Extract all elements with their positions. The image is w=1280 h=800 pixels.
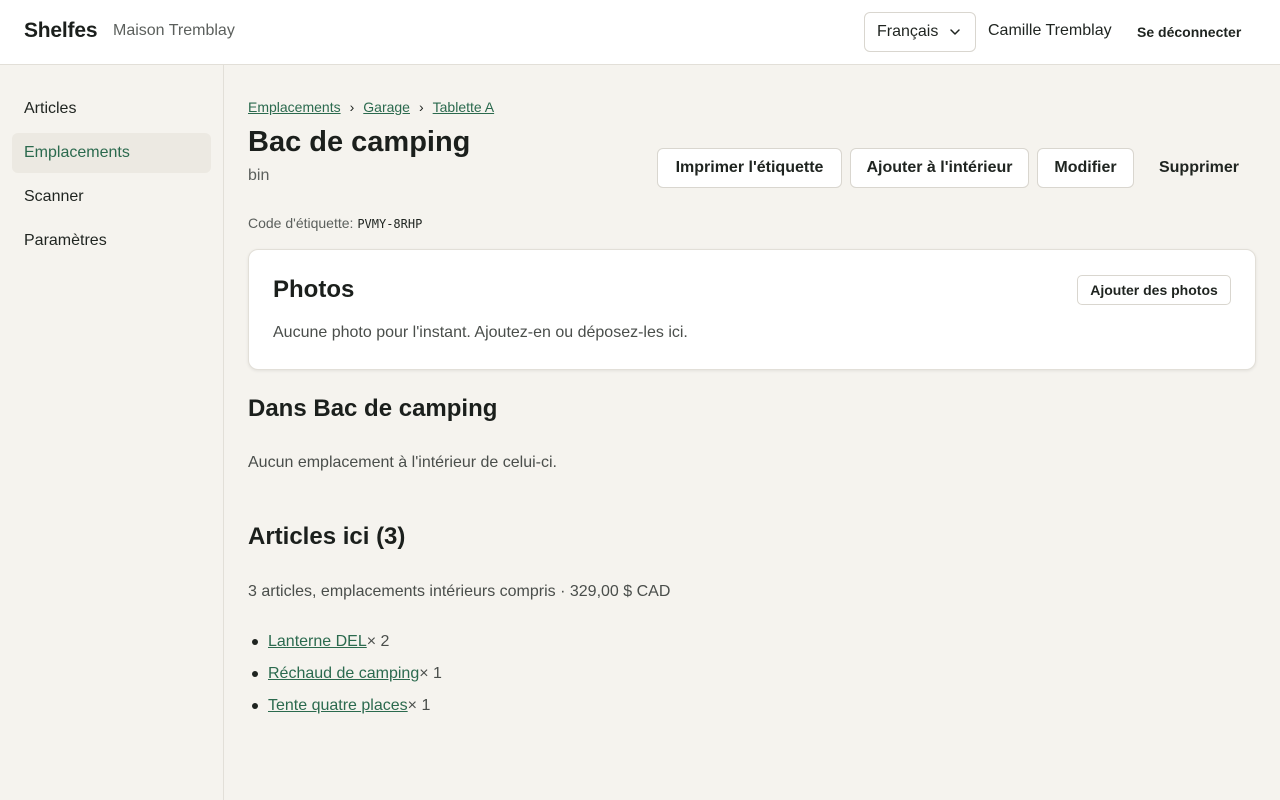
edit-button[interactable]: Modifier xyxy=(1037,148,1134,188)
language-select-value: Français xyxy=(877,23,939,40)
list-item: Tente quatre places × 1 xyxy=(248,690,442,722)
label-code: Code d'étiquette: PVMY-8RHP xyxy=(248,215,422,231)
logout-button[interactable]: Se déconnecter xyxy=(1137,24,1241,40)
photos-card: Photos Ajouter des photos Aucune photo p… xyxy=(248,249,1256,370)
language-select[interactable]: Français xyxy=(864,12,976,52)
bullet xyxy=(252,703,258,709)
item-quantity: × 1 xyxy=(419,665,442,682)
household-name: Maison Tremblay xyxy=(113,22,235,39)
list-item: Réchaud de camping × 1 xyxy=(248,658,442,690)
page-title: Bac de camping xyxy=(248,126,471,158)
items-section-title: Articles ici (3) xyxy=(248,523,406,550)
add-photos-button[interactable]: Ajouter des photos xyxy=(1077,275,1231,305)
inside-empty-text: Aucun emplacement à l'intérieur de celui… xyxy=(248,454,557,471)
label-code-value: PVMY-8RHP xyxy=(357,217,423,231)
breadcrumb-separator: › xyxy=(349,99,355,115)
top-bar: Shelfes Maison Tremblay Français Camille… xyxy=(0,0,1280,65)
delete-button[interactable]: Supprimer xyxy=(1142,148,1256,188)
sidebar: Articles Emplacements Scanner Paramètres xyxy=(0,65,224,800)
inside-section-title: Dans Bac de camping xyxy=(248,395,498,422)
photos-empty-text: Aucune photo pour l'instant. Ajoutez-en … xyxy=(273,324,688,341)
user-name: Camille Tremblay xyxy=(988,22,1112,39)
bullet xyxy=(252,639,258,645)
breadcrumb: Emplacements › Garage › Tablette A xyxy=(248,99,494,115)
items-list: Lanterne DEL × 2 Réchaud de camping × 1 … xyxy=(248,626,442,722)
label-code-prefix: Code d'étiquette: xyxy=(248,215,354,231)
photos-title: Photos xyxy=(273,276,355,303)
breadcrumb-link-tablette-a[interactable]: Tablette A xyxy=(433,99,495,115)
brand-logo[interactable]: Shelfes xyxy=(24,19,98,43)
sidebar-item-parametres[interactable]: Paramètres xyxy=(12,221,211,261)
item-link-tente[interactable]: Tente quatre places xyxy=(268,697,408,715)
item-quantity: × 2 xyxy=(366,633,390,650)
breadcrumb-link-garage[interactable]: Garage xyxy=(363,99,410,115)
items-summary: 3 articles, emplacements intérieurs comp… xyxy=(248,583,671,600)
sidebar-item-emplacements[interactable]: Emplacements xyxy=(12,133,211,173)
item-quantity: × 1 xyxy=(407,697,431,714)
location-kind: bin xyxy=(248,167,270,184)
breadcrumb-separator: › xyxy=(418,99,424,115)
list-item: Lanterne DEL × 2 xyxy=(248,626,442,658)
item-link-rechaud[interactable]: Réchaud de camping xyxy=(268,665,419,683)
sidebar-item-scanner[interactable]: Scanner xyxy=(12,177,211,217)
bullet xyxy=(252,671,258,677)
sidebar-item-articles[interactable]: Articles xyxy=(12,89,211,129)
item-link-lanterne[interactable]: Lanterne DEL xyxy=(268,633,367,651)
chevron-down-icon xyxy=(950,29,960,35)
breadcrumb-link-emplacements[interactable]: Emplacements xyxy=(248,99,341,115)
add-inside-button[interactable]: Ajouter à l'intérieur xyxy=(850,148,1029,188)
print-label-button[interactable]: Imprimer l'étiquette xyxy=(657,148,842,188)
